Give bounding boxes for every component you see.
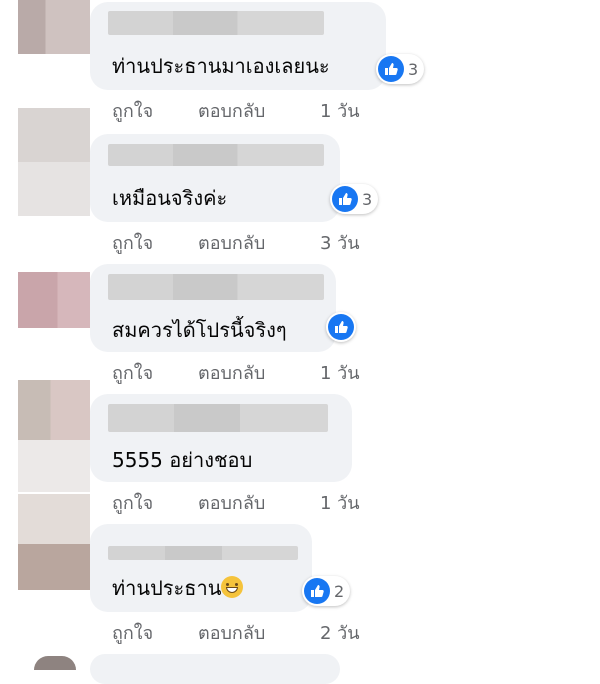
thumbs-up-icon (328, 314, 354, 340)
reaction-summary[interactable]: 3 (330, 184, 379, 214)
like-button[interactable]: ถูกใจ (112, 358, 153, 387)
comment-timestamp[interactable]: 1 วัน (320, 358, 360, 387)
comment-text: ท่านประธานมาเองเลยนะ (112, 54, 330, 78)
avatar[interactable] (18, 108, 90, 216)
reaction-summary[interactable]: 2 (302, 576, 351, 606)
like-button[interactable]: ถูกใจ (112, 488, 153, 517)
comment-bubble (90, 654, 340, 684)
avatar[interactable] (34, 656, 76, 670)
reaction-summary[interactable]: 3 (376, 54, 425, 84)
avatar[interactable] (18, 494, 90, 590)
reply-button[interactable]: ตอบกลับ (198, 488, 265, 517)
commenter-name[interactable] (108, 404, 328, 432)
reply-button[interactable]: ตอบกลับ (198, 618, 265, 647)
grinning-face-icon (221, 576, 244, 598)
comment-bubble: ท่านประธาน (90, 524, 312, 612)
comment-bubble: สมควรได้โปรนี้จริงๆ (90, 264, 336, 352)
comment-timestamp[interactable]: 1 วัน (320, 488, 360, 517)
reply-button[interactable]: ตอบกลับ (198, 96, 265, 125)
comment-timestamp[interactable]: 2 วัน (320, 618, 360, 647)
avatar[interactable] (18, 0, 90, 54)
thumbs-up-icon (332, 186, 358, 212)
comment-bubble: ท่านประธานมาเองเลยนะ (90, 2, 386, 90)
comment-text: 5555 อย่างชอบ (112, 448, 253, 472)
like-button[interactable]: ถูกใจ (112, 96, 153, 125)
avatar[interactable] (18, 272, 90, 328)
comment-text: สมควรได้โปรนี้จริงๆ (112, 318, 287, 342)
comment-bubble: 5555 อย่างชอบ (90, 394, 352, 482)
commenter-name[interactable] (108, 144, 324, 166)
reaction-count: 2 (334, 581, 345, 601)
reaction-count: 3 (408, 59, 419, 79)
avatar[interactable] (18, 380, 90, 440)
comment-text-label: ท่านประธาน (112, 576, 222, 600)
thumbs-up-icon (378, 56, 404, 82)
reply-button[interactable]: ตอบกลับ (198, 228, 265, 257)
like-button[interactable]: ถูกใจ (112, 228, 153, 257)
commenter-name[interactable] (108, 274, 324, 300)
reaction-count: 3 (362, 189, 373, 209)
like-button[interactable]: ถูกใจ (112, 618, 153, 647)
avatar (18, 440, 90, 492)
reply-button[interactable]: ตอบกลับ (198, 358, 265, 387)
commenter-name[interactable] (108, 546, 298, 560)
comment-text: เหมือนจริงค่ะ (112, 186, 228, 210)
comment-text: ท่านประธาน (112, 572, 244, 604)
comment-bubble: เหมือนจริงค่ะ (90, 134, 340, 222)
comment-timestamp[interactable]: 1 วัน (320, 96, 360, 125)
commenter-name[interactable] (108, 11, 324, 35)
thumbs-up-icon (304, 578, 330, 604)
reaction-summary[interactable] (326, 312, 356, 342)
comment-timestamp[interactable]: 3 วัน (320, 228, 360, 257)
